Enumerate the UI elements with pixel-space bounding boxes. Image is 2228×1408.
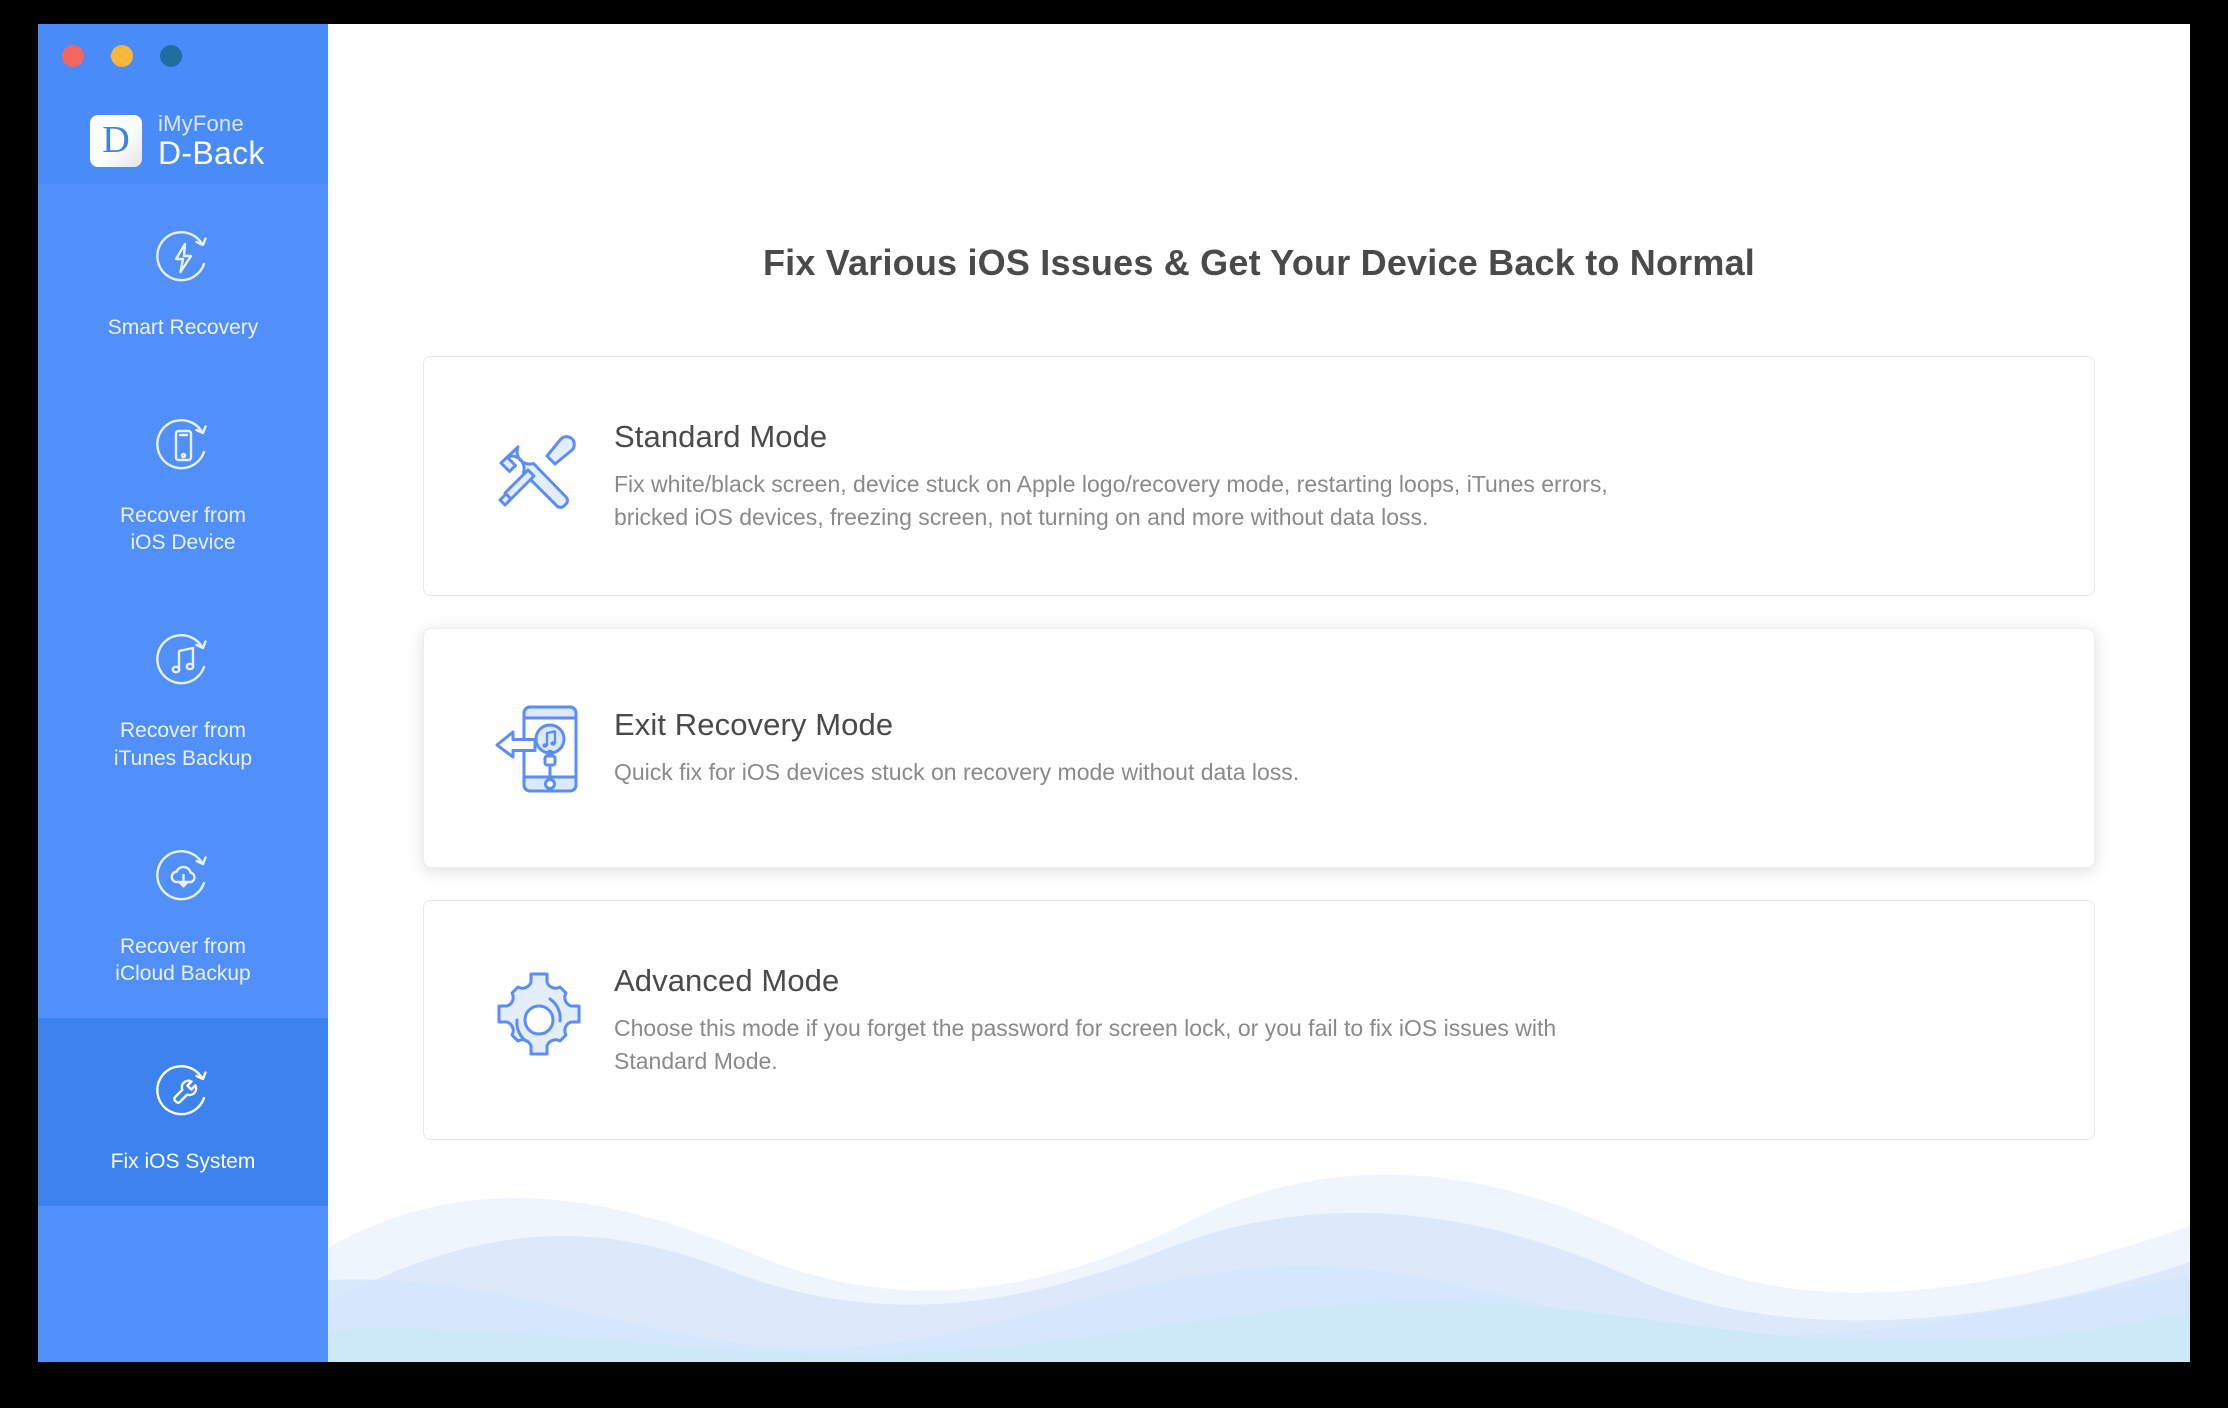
minimize-button[interactable] [111, 45, 133, 67]
app-logo-icon: D [90, 115, 142, 168]
close-button[interactable] [62, 45, 84, 67]
sidebar-item-label: Recover from iTunes Backup [113, 719, 253, 770]
phone-exit-recovery-icon [464, 683, 614, 813]
music-note-refresh-icon [145, 623, 221, 699]
sidebar-item-recover-from-itunes-backup[interactable]: Recover from iTunes Backup [38, 587, 328, 802]
wrench-refresh-icon [145, 1054, 221, 1130]
page-title: Fix Various iOS Issues & Get Your Device… [762, 242, 1756, 283]
card-standard-mode[interactable]: Standard Mode Fix white/black screen, de… [423, 356, 2095, 596]
card-description: Fix white/black screen, device stuck on … [614, 470, 1608, 530]
phone-refresh-icon [145, 408, 221, 484]
title-bar: D iMyFone D-Back [38, 24, 328, 184]
brand-product: D-Back [158, 135, 265, 172]
card-title: Exit Recovery Mode [614, 707, 894, 743]
sidebar-nav: Smart Recovery Recover from iOS Device R… [38, 184, 328, 1362]
card-description: Quick fix for iOS devices stuck on recov… [614, 759, 1300, 786]
sidebar-item-label: Fix iOS System [110, 1150, 256, 1174]
sidebar-item-smart-recovery[interactable]: Smart Recovery [38, 184, 328, 372]
card-description: Choose this mode if you forget the passw… [614, 1014, 1557, 1074]
wrench-screwdriver-icon [464, 411, 614, 541]
cloud-download-refresh-icon [145, 839, 221, 915]
sidebar-item-recover-from-icloud-backup[interactable]: Recover from iCloud Backup [38, 803, 328, 1018]
sidebar-item-recover-from-ios-device[interactable]: Recover from iOS Device [38, 372, 328, 587]
gear-icon [464, 955, 614, 1085]
bolt-refresh-icon [145, 220, 221, 296]
main-content: Fix Various iOS Issues & Get Your Device… [328, 24, 2190, 1362]
sidebar-item-label: Recover from iOS Device [119, 503, 247, 555]
card-advanced-mode[interactable]: Advanced Mode Choose this mode if you fo… [423, 900, 2095, 1140]
sidebar: D iMyFone D-Back Smart Recovery Recover … [38, 24, 328, 1362]
mode-card-list: Standard Mode Fix white/black screen, de… [423, 356, 2095, 1140]
application-window: D iMyFone D-Back Smart Recovery Recover … [38, 24, 2190, 1362]
brand: D iMyFone D-Back [90, 112, 265, 171]
card-title: Advanced Mode [614, 962, 840, 998]
card-exit-recovery-mode[interactable]: Exit Recovery Mode Quick fix for iOS dev… [423, 628, 2095, 868]
zoom-button[interactable] [160, 45, 182, 67]
sidebar-item-label: Smart Recovery [107, 316, 259, 339]
sidebar-item-label: Recover from iCloud Backup [115, 934, 251, 986]
sidebar-item-fix-ios-system[interactable]: Fix iOS System [38, 1018, 328, 1206]
brand-company: iMyFone [158, 111, 244, 136]
card-title: Standard Mode [614, 418, 828, 454]
decorative-waves [328, 1174, 2190, 1362]
traffic-lights [62, 45, 182, 67]
